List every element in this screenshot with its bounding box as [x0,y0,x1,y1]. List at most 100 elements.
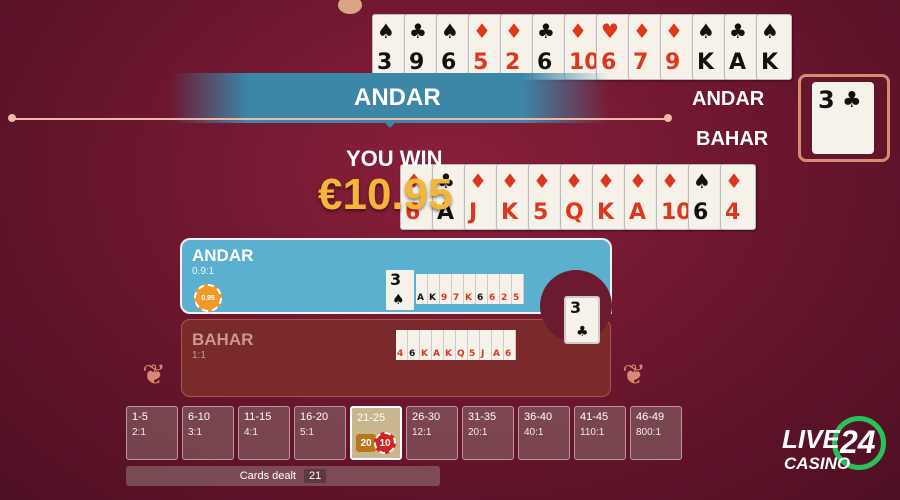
mini-card: K [428,274,440,304]
playing-card: ♥ 6 [596,14,632,80]
andar-first-card: 3 ♠ [384,268,416,312]
card-rank: K [761,50,779,75]
card-rank: 6 [537,50,553,75]
playing-card: ♠ 6 [436,14,472,80]
mini-card: 6 [504,330,516,360]
card-rank: 4 [725,200,741,225]
side-bet-label: 11-15 [244,411,272,423]
playing-card: ♦ 7 [628,14,664,80]
card-rank: 6 [441,50,457,75]
card-suit: ♦ [597,169,615,193]
side-bet-41-45[interactable]: 41-45 110:1 [574,406,626,460]
mini-card-rank: 6 [489,293,496,303]
mini-card-rank: 2 [501,293,508,303]
ornament-left-icon: ❦ [142,359,166,390]
logo-number-text: 24 [840,424,876,460]
ornament-right-icon: ❦ [622,359,646,390]
playing-card: ♣ 9 [404,14,440,80]
card-rank: K [697,50,715,75]
playing-card: ♦ K [592,164,628,230]
card-rank: 6 [693,200,709,225]
card-suit: ♣ [537,19,555,43]
card-suit: ♠ [693,169,711,193]
bahar-panel-odds: 1:1 [192,350,206,361]
card-suit: ♠ [377,19,395,43]
side-bet-36-40[interactable]: 36-40 40:1 [518,406,570,460]
side-bet-46-49[interactable]: 46-49 800:1 [630,406,682,460]
side-bet-odds: 3:1 [188,427,202,438]
mini-card: J [480,330,492,360]
mini-card-rank: A [493,349,500,359]
side-bet-label: 21-25 [357,412,386,424]
playing-card: ♣ 6 [532,14,568,80]
card-rank: 9 [409,50,425,75]
playing-card: ♠ K [692,14,728,80]
mini-card: K [420,330,432,360]
side-bet-31-35[interactable]: 31-35 20:1 [462,406,514,460]
side-bet-6-10[interactable]: 6-10 3:1 [182,406,234,460]
joker-card-display: 3 ♣ [798,74,890,162]
side-bet-odds: 40:1 [524,427,544,438]
card-suit: ♥ [601,19,619,43]
card-suit: ♦ [533,169,551,193]
divider-dot-right [664,114,672,122]
side-bet-1-5[interactable]: 1-5 2:1 [126,406,178,460]
card-suit: ♦ [501,169,519,193]
card-suit: ♣ [409,19,427,43]
you-win-label: YOU WIN [346,146,443,171]
playing-card: ♠ 6 [688,164,724,230]
card-suit: ♠ [697,19,715,43]
mini-card-rank: K [429,293,436,303]
andar-panel-odds: 0.9:1 [192,266,215,277]
side-bet-label: 16-20 [300,411,329,423]
side-bet-odds: 20:1 [468,427,488,438]
mini-card-rank: 5 [469,349,476,359]
mini-card: A [432,330,444,360]
divider-line [10,118,670,120]
card-suit: ♦ [661,169,679,193]
mini-card-rank: K [445,349,452,359]
playing-card: ♦ 9 [660,14,696,80]
mini-card: 6 [488,274,500,304]
joker-rank: 3 [818,86,835,114]
playing-card: ♦ 5 [528,164,564,230]
joker-card: 3 ♣ [812,82,874,154]
mini-card-rank: A [433,349,440,359]
andar-first-card-rank: 3 [390,270,402,289]
bet-chip-stack: 20 [356,434,376,452]
card-rank: 9 [665,50,681,75]
mini-card: 5 [468,330,480,360]
card-suit: ♦ [665,19,683,43]
side-bet-26-30[interactable]: 26-30 12:1 [406,406,458,460]
mini-card: A [416,274,428,304]
side-bet-11-15[interactable]: 11-15 4:1 [238,406,290,460]
mini-card-rank: 6 [409,349,416,359]
side-bet-label: 41-45 [580,411,609,423]
card-rank: 7 [633,50,649,75]
playing-card: ♠ K [756,14,792,80]
cards-dealt-count: 21 [304,469,327,483]
side-bet-label: 31-35 [468,411,497,423]
mini-card: K [464,274,476,304]
side-bet-16-20[interactable]: 16-20 5:1 [294,406,346,460]
card-rank: A [729,50,747,75]
card-rank: J [469,200,478,225]
mini-card: 2 [500,274,512,304]
joker-suit: ♣ [842,88,862,113]
side-bet-odds: 5:1 [300,427,314,438]
side-bet-odds: 800:1 [636,427,662,438]
card-suit: ♦ [565,169,583,193]
side-bet-21-25[interactable]: 21-25 20 10 [350,406,402,460]
andar-first-card-suit: ♠ [392,292,405,308]
bahar-panel-title: BAHAR [192,330,254,349]
win-amount: €10.95 [318,170,453,219]
mini-card-rank: 6 [477,293,484,303]
card-suit: ♦ [629,169,647,193]
mini-card-rank: J [481,349,485,359]
mini-card: 5 [512,274,524,304]
mini-card: 4 [396,330,408,360]
mini-card-rank: 7 [453,293,460,303]
card-rank: 5 [533,200,549,225]
andar-mini-cards: AK97K6625 [416,274,524,304]
card-suit: ♦ [473,19,491,43]
